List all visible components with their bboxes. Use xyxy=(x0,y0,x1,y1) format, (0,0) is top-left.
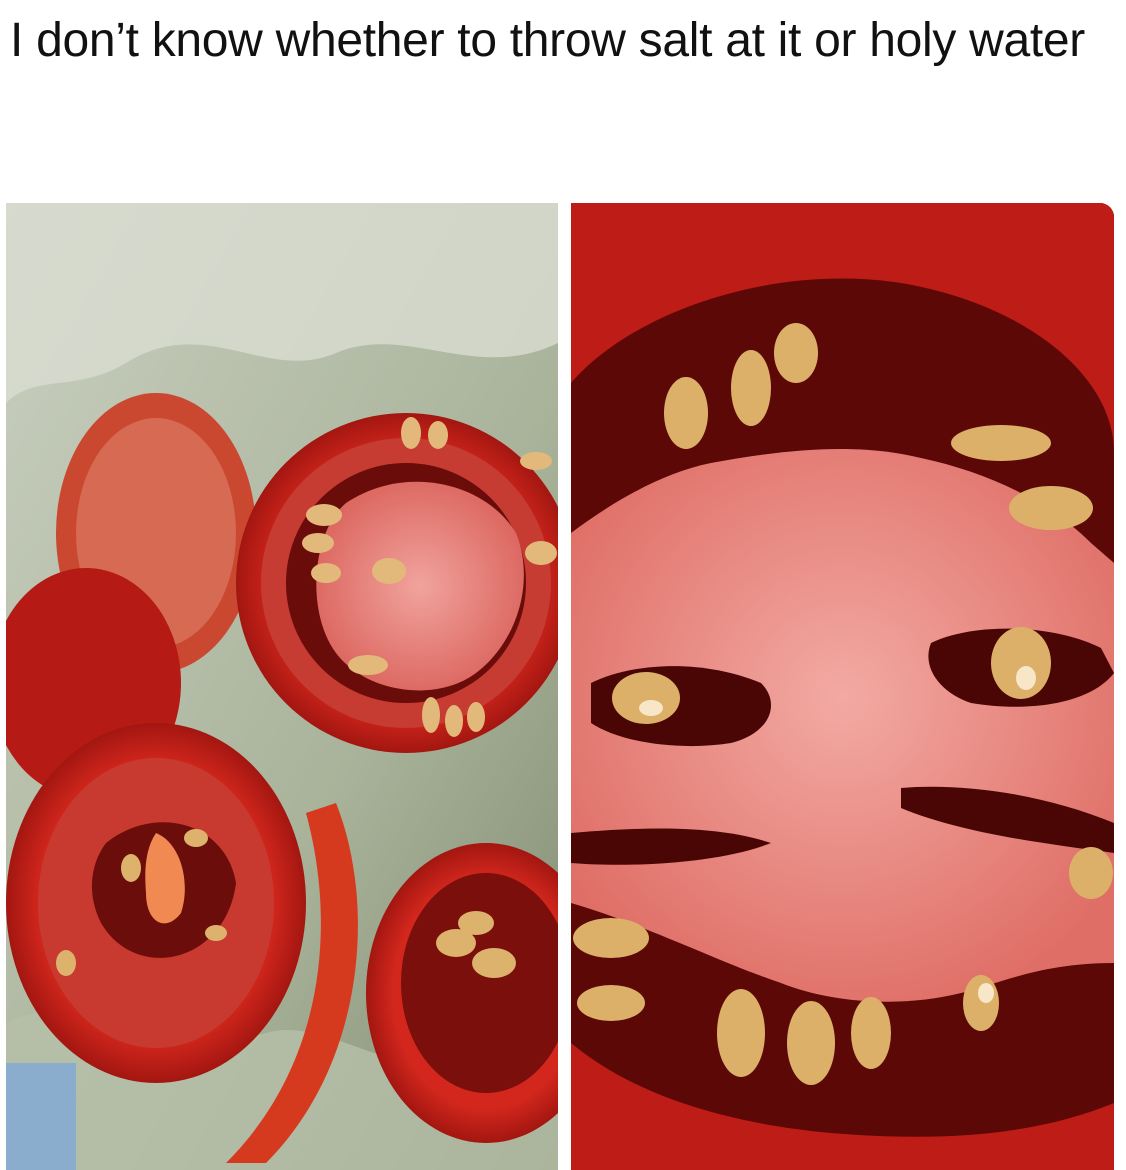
tomato-slices-photo xyxy=(6,203,558,1170)
tomato-slices-illustration xyxy=(6,203,558,1170)
tomato-face-illustration xyxy=(571,203,1114,1170)
post-caption: I don’t know whether to throw salt at it… xyxy=(10,14,1085,67)
blue-towel xyxy=(6,1063,76,1170)
tomato-face-closeup-photo xyxy=(571,203,1114,1170)
